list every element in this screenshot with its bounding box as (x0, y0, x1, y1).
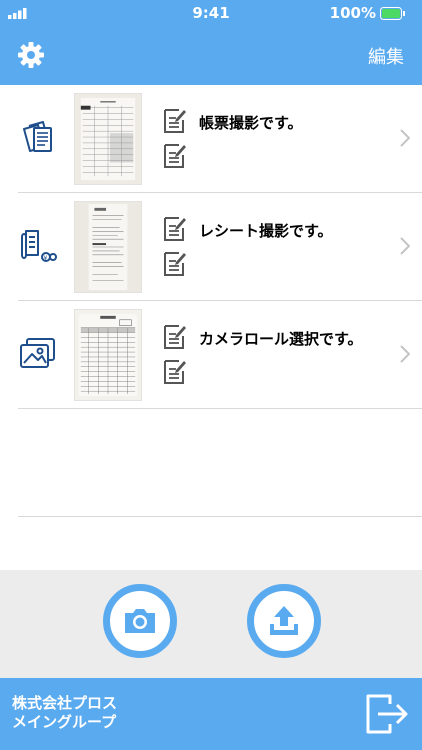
chevron-right-icon (400, 345, 410, 363)
receipt-icon: ¥ (21, 230, 57, 262)
receipt-thumbnail (74, 201, 142, 293)
company-name-line2: メイングループ (12, 713, 117, 731)
company-name-line1: 株式会社プロス (12, 694, 118, 712)
list-item-camera-roll[interactable]: カメラロール選択です。 (18, 301, 422, 409)
photos-icon (20, 338, 55, 368)
battery-icon (380, 7, 405, 20)
note-icon (164, 360, 186, 384)
upload-button[interactable] (247, 584, 321, 658)
svg-text:¥: ¥ (44, 255, 48, 262)
list-item-form-capture[interactable]: 帳票撮影です。 (18, 85, 422, 193)
gear-icon[interactable] (16, 40, 46, 70)
camera-button[interactable] (103, 584, 177, 658)
camera-roll-thumbnail (74, 309, 142, 401)
list-item-label: レシート撮影です。 (199, 222, 333, 240)
logout-icon[interactable] (364, 692, 410, 736)
list-item-label: カメラロール選択です。 (199, 330, 363, 348)
note-icon (164, 217, 186, 241)
nav-bar: 編集 (0, 27, 422, 85)
document-thumbnail (74, 93, 142, 185)
status-bar: 9:41 100% (0, 0, 422, 27)
list-item-receipt-capture[interactable]: ¥ レシート撮影です。 (18, 193, 422, 301)
documents-icon (23, 121, 52, 152)
chevron-right-icon (400, 237, 410, 255)
action-toolbar (0, 570, 422, 678)
footer-bar: 株式会社プロス メイングループ (0, 678, 422, 750)
empty-list-row (18, 409, 422, 517)
note-icon (164, 252, 186, 276)
battery-percent: 100% (329, 4, 376, 22)
edit-button[interactable]: 編集 (368, 43, 404, 69)
list-item-label: 帳票撮影です。 (199, 114, 303, 132)
chevron-right-icon (400, 129, 410, 147)
document-list: 帳票撮影です。 ¥ レシート撮影です。 カメラロール選択です。 (0, 85, 422, 517)
company-name: 株式会社プロス メイングループ (12, 694, 117, 732)
note-icon (164, 144, 186, 168)
note-icon (164, 109, 186, 133)
camera-icon (125, 609, 155, 633)
note-icon (164, 325, 186, 349)
upload-icon (270, 606, 298, 635)
